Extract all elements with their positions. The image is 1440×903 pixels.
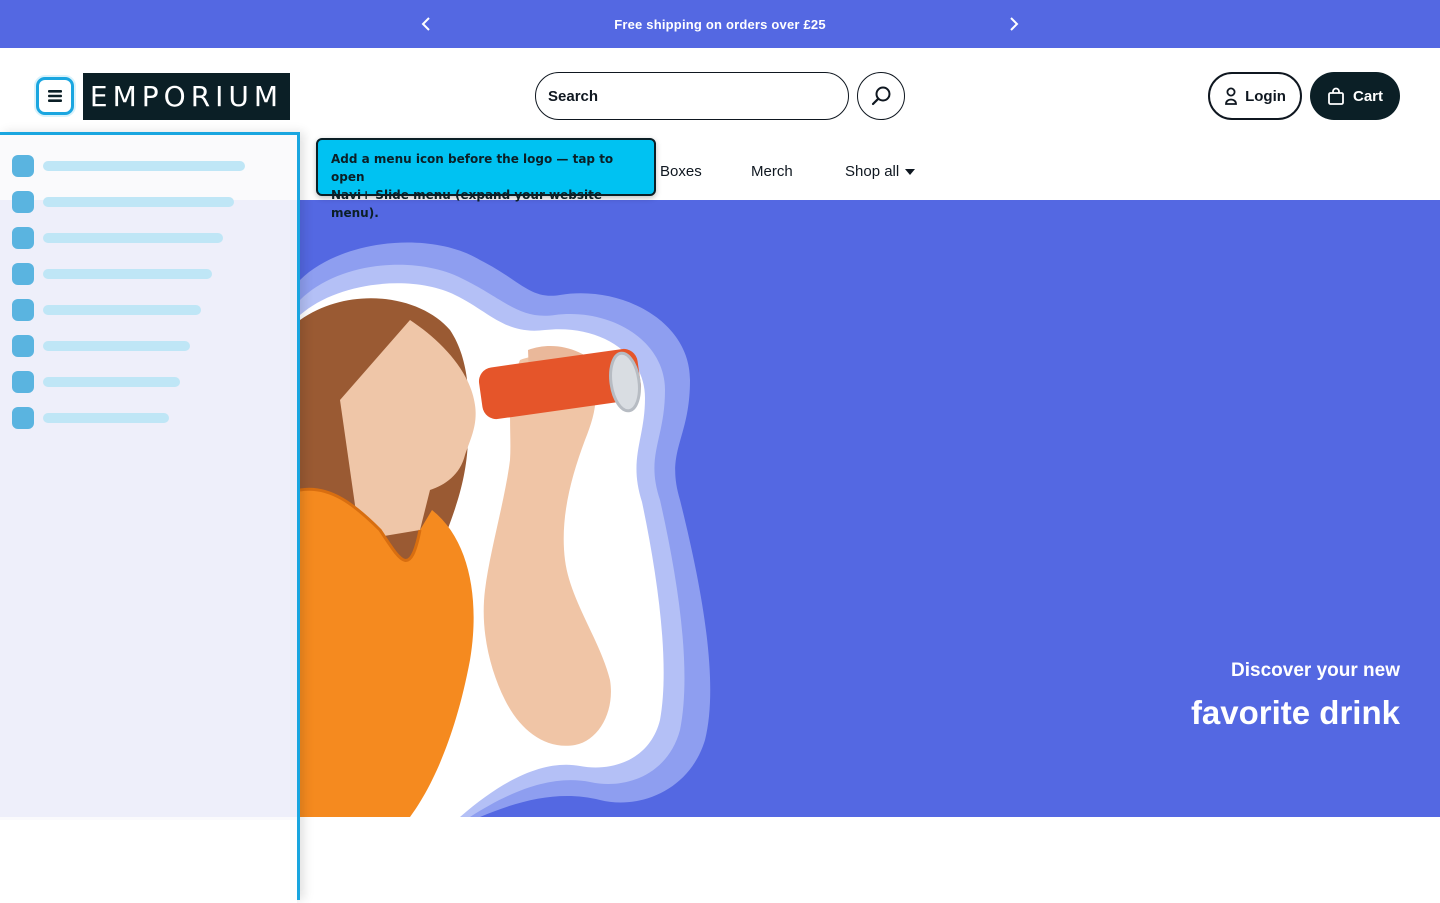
search-icon	[871, 86, 891, 106]
nav-item-shop-all[interactable]: Shop all	[845, 163, 916, 180]
nav-item-label: Boxes	[660, 163, 702, 180]
slide-menu-item-placeholder	[43, 161, 245, 171]
slide-menu-item[interactable]	[12, 191, 234, 213]
menu-icon-tooltip: Add a menu icon before the logo — tap to…	[316, 138, 656, 220]
slide-menu-item-placeholder	[43, 377, 180, 387]
slide-menu-item-icon	[12, 263, 34, 285]
slide-menu-item-icon	[12, 191, 34, 213]
slide-menu-item-placeholder	[43, 413, 169, 423]
hero-title: favorite drink	[1190, 694, 1400, 731]
slide-menu-item-icon	[12, 335, 34, 357]
hero-subtitle: Discover your new	[1231, 660, 1400, 681]
slide-menu-item[interactable]	[12, 155, 245, 177]
chevron-right-icon	[1010, 17, 1019, 31]
login-label: Login	[1245, 87, 1286, 105]
nav-item-label: Merch	[751, 163, 793, 180]
shopping-bag-icon	[1328, 87, 1344, 105]
announcement-bar: Free shipping on orders over £25	[0, 0, 1440, 48]
menu-toggle-button[interactable]	[36, 77, 74, 115]
slide-menu-item[interactable]	[12, 335, 190, 357]
search-button[interactable]	[857, 72, 905, 120]
login-button[interactable]: Login	[1208, 72, 1302, 120]
slide-menu-item[interactable]	[12, 299, 201, 321]
slide-menu-item[interactable]	[12, 371, 180, 393]
announcement-prev-button[interactable]	[414, 12, 438, 36]
caret-down-icon	[905, 168, 916, 175]
slide-menu-item-placeholder	[43, 269, 212, 279]
slide-menu-item-placeholder	[43, 197, 234, 207]
tooltip-line-1: Add a menu icon before the logo — tap to…	[331, 152, 614, 184]
announcement-text: Free shipping on orders over £25	[614, 16, 826, 32]
slide-menu-item-placeholder	[43, 233, 223, 243]
slide-menu-item-placeholder	[43, 305, 201, 315]
announcement-next-button[interactable]	[1002, 12, 1026, 36]
slide-menu-item[interactable]	[12, 227, 223, 249]
tooltip-line-2: Navi+ Slide menu (expand your website me…	[331, 188, 603, 220]
nav-item-merch[interactable]: Merch	[751, 163, 793, 180]
nav-item-boxes[interactable]: Boxes	[660, 163, 702, 180]
slide-menu-item-icon	[12, 407, 34, 429]
slide-menu-item-icon	[12, 155, 34, 177]
slide-menu-item-placeholder	[43, 341, 190, 351]
slide-menu-panel[interactable]	[0, 132, 300, 903]
cart-button[interactable]: Cart	[1310, 72, 1400, 120]
nav-item-label: Shop all	[845, 163, 900, 180]
user-icon	[1225, 87, 1237, 105]
slide-menu-item[interactable]	[12, 407, 169, 429]
hamburger-icon	[48, 90, 62, 102]
site-header: EMPORIUM Login Cart	[0, 48, 1440, 144]
site-logo[interactable]: EMPORIUM	[83, 73, 290, 120]
search-field[interactable]	[535, 72, 849, 120]
slide-menu-item-icon	[12, 371, 34, 393]
slide-menu-item-icon	[12, 227, 34, 249]
slide-menu-item[interactable]	[12, 263, 212, 285]
chevron-left-icon	[421, 17, 430, 31]
slide-menu-footer	[0, 820, 297, 903]
slide-menu-item-icon	[12, 299, 34, 321]
cart-label: Cart	[1352, 87, 1383, 105]
search-input[interactable]	[548, 87, 828, 105]
